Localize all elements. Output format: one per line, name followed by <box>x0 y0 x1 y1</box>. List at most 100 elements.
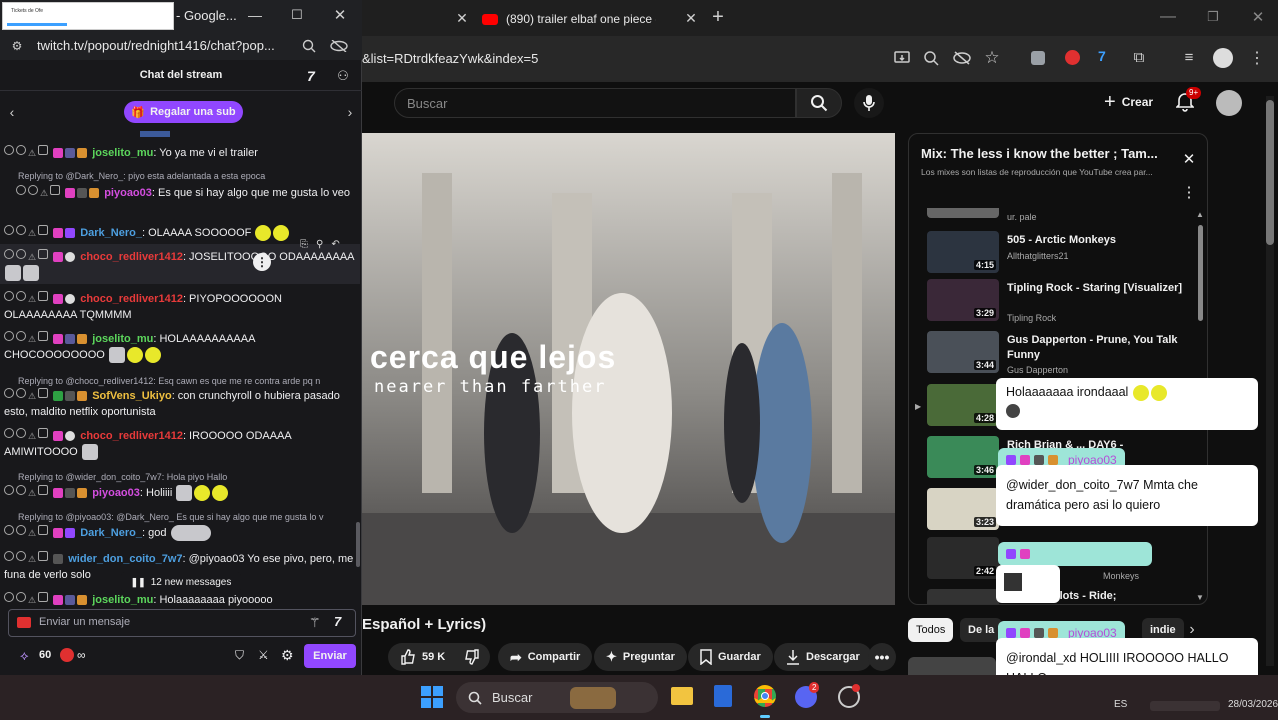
new-messages-button[interactable]: ❚❚ 12 new messages <box>121 572 241 592</box>
reply-icon[interactable]: ↶ <box>331 239 339 250</box>
reply-context[interactable]: Replying to @choco_redliver1412: Esq caw… <box>18 373 362 389</box>
chat-message[interactable]: ⚠ joselito_mu: Yo ya me vi el trailer <box>4 145 356 161</box>
minimize-icon[interactable]: — <box>248 6 262 24</box>
close-tab-icon[interactable]: ✕ <box>455 9 469 27</box>
windows-start-icon[interactable] <box>421 686 443 708</box>
chat-username[interactable]: wider_don_coito_7w7 <box>68 553 182 565</box>
language-indicator[interactable]: ES <box>1114 699 1127 710</box>
app-icon[interactable] <box>714 685 732 707</box>
close-tab-icon[interactable]: ✕ <box>684 9 698 27</box>
extension-7tv-icon[interactable]: 7 <box>1098 48 1106 64</box>
chevron-left-icon[interactable]: ‹ <box>6 104 18 120</box>
chat-username[interactable]: choco_redliver1412 <box>80 293 183 305</box>
playlist-menu-icon[interactable]: ⋮ <box>1182 182 1197 202</box>
playlist-title[interactable]: Mix: The less i know the better ; Tam... <box>921 146 1171 161</box>
eye-off-icon[interactable] <box>330 37 348 55</box>
search-input[interactable]: Buscar <box>394 88 796 118</box>
chat-message[interactable]: ⚠ SofVens_Ukiyo: con crunchyroll o hubie… <box>4 388 356 420</box>
ask-button[interactable]: ✦ Preguntar <box>594 643 687 671</box>
install-app-icon[interactable] <box>893 49 911 67</box>
tab-youtube[interactable]: (890) trailer elbaf one piece - Yo <box>482 4 682 34</box>
playlist-item[interactable]: 3:29 Tipling Rock - Staring [Visualizer]… <box>923 279 1193 327</box>
like-button[interactable]: 59 K <box>388 643 456 671</box>
chat-message[interactable]: ⚠ choco_redliver1412: JOSELITOOOOO ODAAA… <box>4 249 356 282</box>
notifications-button[interactable]: 9+ <box>1176 87 1202 114</box>
copy-icon[interactable]: ⎘ <box>300 239 308 250</box>
reply-context[interactable]: Replying to @Dark_Nero_: piyo esta adela… <box>18 168 362 184</box>
chat-message-list[interactable]: ⚠ joselito_mu: Yo ya me vi el trailer Re… <box>0 127 362 607</box>
scroll-up-icon[interactable]: ▲ <box>1195 210 1205 219</box>
gift-sub-button[interactable]: 🎁 Regalar una sub <box>124 101 243 123</box>
send-button[interactable]: Enviar <box>304 644 356 668</box>
extensions-puzzle-icon[interactable]: ⧉ <box>1130 48 1148 66</box>
mod-sword-icon[interactable]: ⚔ <box>258 648 269 662</box>
chip-2[interactable]: De la <box>960 618 1003 642</box>
7tv-emote-icon[interactable]: 7 <box>334 614 341 629</box>
extension-red-icon[interactable] <box>1065 50 1080 65</box>
chrome-taskbar-icon[interactable] <box>754 685 776 707</box>
minimize-icon[interactable]: — <box>1160 8 1176 26</box>
app-icon[interactable] <box>838 684 860 708</box>
playlist-thumbnail-top[interactable] <box>927 208 999 218</box>
chat-username[interactable]: joselito_mu <box>92 333 153 345</box>
chip-all[interactable]: Todos <box>908 618 954 642</box>
chevron-right-icon[interactable]: › <box>344 104 356 120</box>
account-avatar[interactable] <box>1216 90 1242 116</box>
profile-avatar[interactable] <box>1213 48 1233 68</box>
chat-scrollbar[interactable] <box>356 522 360 567</box>
discord-icon[interactable]: 2 <box>795 682 820 708</box>
chat-username[interactable]: choco_redliver1412 <box>80 251 183 263</box>
chat-username[interactable]: piyoao03 <box>92 487 140 499</box>
currency-icon[interactable] <box>60 648 74 662</box>
zoom-icon[interactable] <box>301 37 317 55</box>
chips-next-icon[interactable]: › <box>1184 620 1200 640</box>
voice-search-button[interactable] <box>854 88 884 118</box>
chat-username[interactable]: piyoao03 <box>104 187 152 199</box>
close-window-icon[interactable]: ✕ <box>333 6 347 24</box>
chat-username[interactable]: choco_redliver1412 <box>80 430 183 442</box>
chat-username[interactable]: joselito_mu <box>92 594 153 606</box>
chat-username[interactable]: Dark_Nero_ <box>80 527 142 539</box>
new-tab-icon[interactable]: + <box>710 6 726 28</box>
close-playlist-icon[interactable]: ✕ <box>1181 150 1197 168</box>
pin-icon[interactable]: ⚲ <box>316 239 323 250</box>
playlist-item[interactable]: 4:15 505 - Arctic Monkeys Allthatglitter… <box>923 231 1193 279</box>
file-explorer-icon[interactable] <box>671 687 693 705</box>
scroll-down-icon[interactable]: ▼ <box>1195 593 1205 602</box>
video-player[interactable]: cerca que lejos nearer than farther <box>362 133 895 605</box>
chat-username[interactable]: SofVens_Ukiyo <box>92 390 171 402</box>
create-button[interactable]: + Crear <box>1104 90 1153 114</box>
close-window-icon[interactable]: ✕ <box>1250 8 1266 26</box>
chat-message[interactable]: ⚠ joselito_mu: Holaaaaaaaa piyooooo <box>4 592 356 607</box>
settings-gear-icon[interactable]: ⚙ <box>281 647 294 664</box>
site-settings-icon[interactable]: ⚙ <box>10 38 24 54</box>
chat-input[interactable]: Enviar un mensaje ⚚ 7 <box>8 609 356 637</box>
community-icon[interactable]: ⚇ <box>336 68 350 84</box>
extension-icon[interactable] <box>1031 51 1045 65</box>
chat-message[interactable]: ⚠ Dark_Nero_: god <box>4 525 356 542</box>
save-button[interactable]: Guardar <box>688 643 773 671</box>
search-button[interactable] <box>796 88 842 118</box>
download-button[interactable]: Descargar <box>774 643 872 671</box>
taskbar-date[interactable]: 28/03/2026 <box>1228 699 1278 710</box>
7tv-icon[interactable]: 7 <box>307 68 315 84</box>
shield-icon[interactable]: ⛉ <box>235 648 244 663</box>
system-tray-icons[interactable] <box>1150 701 1220 711</box>
popout-url[interactable]: twitch.tv/popout/rednight1416/chat?pop..… <box>37 38 287 53</box>
chat-message[interactable]: ⚠ piyoao03: Holiiii <box>4 485 356 502</box>
dislike-button[interactable] <box>454 643 490 671</box>
channel-points-icon[interactable]: ⟡ <box>20 648 29 664</box>
more-actions-button[interactable]: ••• <box>868 643 896 671</box>
playlist-item[interactable]: 3:44 Gus Dapperton - Prune, You Talk Fun… <box>923 331 1193 379</box>
media-control-icon[interactable]: ≡ <box>1180 48 1198 66</box>
eye-off-icon[interactable] <box>952 49 972 67</box>
scroll-thumb[interactable] <box>1197 225 1203 321</box>
chat-username[interactable]: joselito_mu <box>92 147 153 159</box>
chat-message[interactable]: ⚠ joselito_mu: HOLAAAAAAAAAA CHOCOOOOOOO… <box>4 331 356 364</box>
kebab-menu-icon[interactable]: ⋮ <box>1249 48 1265 68</box>
url-text[interactable]: &list=RDtrdkfeazYwk&index=5 <box>362 51 538 66</box>
reply-context[interactable]: Replying to @piyoao03: @Dark_Nero_ Es qu… <box>18 509 362 525</box>
taskbar-search[interactable]: Buscar <box>456 682 658 713</box>
chat-message[interactable]: ⚠ piyoao03: Es que si hay algo que me gu… <box>16 185 356 201</box>
page-scrollbar[interactable] <box>1266 96 1274 666</box>
